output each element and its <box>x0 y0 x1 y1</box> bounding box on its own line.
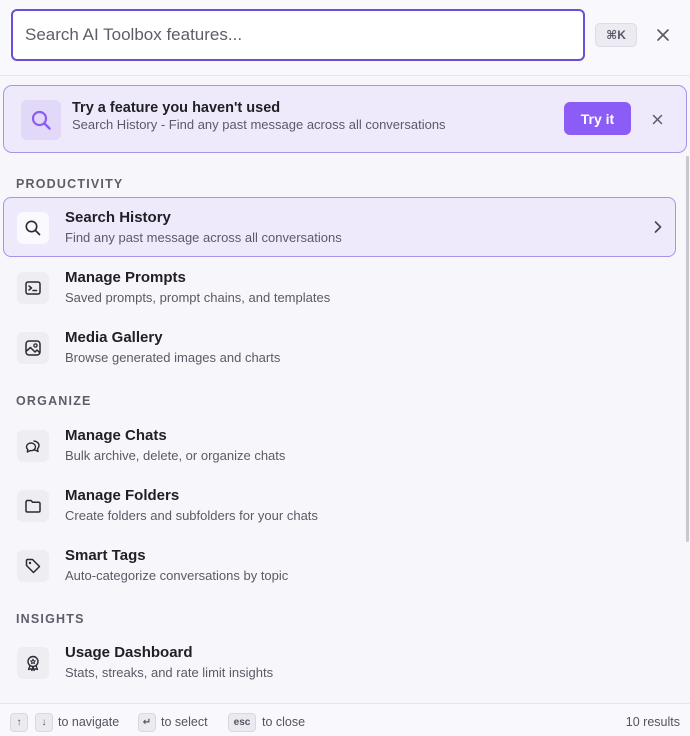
image-gallery-icon <box>17 332 49 364</box>
feature-item-media-gallery[interactable]: Media Gallery Browse generated images an… <box>3 317 676 377</box>
results-count: 10 results <box>625 715 680 729</box>
close-hint: to close <box>262 715 306 729</box>
search-box[interactable] <box>11 9 585 61</box>
feature-item-description: Stats, streaks, and rate limit insights <box>65 665 274 680</box>
feature-item-manage-folders[interactable]: Manage Folders Create folders and subfol… <box>3 475 676 535</box>
feature-item-title: Search History <box>65 209 171 226</box>
scrollbar-thumb[interactable] <box>686 156 689 542</box>
dismiss-banner-button[interactable] <box>647 109 667 129</box>
folder-icon <box>17 490 49 522</box>
section-header-productivity: PRODUCTIVITY <box>16 177 124 191</box>
navigate-hint: to navigate <box>58 715 120 729</box>
try-it-button[interactable]: Try it <box>564 102 631 135</box>
feature-item-description: Auto-categorize conversations by topic <box>65 568 289 583</box>
tag-icon <box>17 550 49 582</box>
feature-suggestion-banner: Try a feature you haven't used Search Hi… <box>3 85 687 153</box>
feature-item-description: Find any past message across all convers… <box>65 230 342 245</box>
feature-item-description: Create folders and subfolders for your c… <box>65 508 318 523</box>
feature-item-search-history[interactable]: Search History Find any past message acr… <box>3 197 676 257</box>
feature-item-title: Media Gallery <box>65 329 163 346</box>
feature-item-description: Bulk archive, delete, or organize chats <box>65 448 286 463</box>
select-hint: to select <box>161 715 208 729</box>
feature-item-manage-chats[interactable]: Manage Chats Bulk archive, delete, or or… <box>3 415 676 475</box>
feature-item-manage-prompts[interactable]: Manage Prompts Saved prompts, prompt cha… <box>3 257 676 317</box>
search-input[interactable] <box>25 25 583 45</box>
enter-key: ↵ <box>138 713 156 732</box>
feature-item-description: Browse generated images and charts <box>65 350 281 365</box>
up-arrow-key: ↑ <box>10 713 28 732</box>
feature-item-description: Saved prompts, prompt chains, and templa… <box>65 290 331 305</box>
feature-item-title: Manage Folders <box>65 487 180 504</box>
feature-item-title: Smart Tags <box>65 547 146 564</box>
feature-item-usage-dashboard[interactable]: Usage Dashboard Stats, streaks, and rate… <box>3 632 676 692</box>
banner-description: Search History - Find any past message a… <box>72 117 446 132</box>
keyboard-shortcut-badge: ⌘K <box>595 23 637 47</box>
search-icon <box>21 100 61 140</box>
feature-item-title: Usage Dashboard <box>65 644 193 661</box>
down-arrow-key: ↓ <box>35 713 53 732</box>
section-header-organize: ORGANIZE <box>16 394 92 408</box>
esc-key: esc <box>228 713 256 732</box>
section-header-insights: INSIGHTS <box>16 612 85 626</box>
search-header: ⌘K <box>0 0 690 76</box>
close-icon <box>657 29 669 41</box>
close-button[interactable] <box>651 23 675 47</box>
prompt-terminal-icon <box>17 272 49 304</box>
feature-item-smart-tags[interactable]: Smart Tags Auto-categorize conversations… <box>3 535 676 595</box>
close-icon <box>652 114 662 124</box>
chevron-right-icon <box>654 221 662 233</box>
banner-title: Try a feature you haven't used <box>72 100 281 116</box>
search-icon <box>17 212 49 244</box>
badge-award-icon <box>17 647 49 679</box>
footer-hints: ↑ ↓ to navigate ↵ to select esc to close… <box>0 703 690 736</box>
feature-item-title: Manage Chats <box>65 427 167 444</box>
chat-bubbles-icon <box>17 430 49 462</box>
feature-item-title: Manage Prompts <box>65 269 186 286</box>
